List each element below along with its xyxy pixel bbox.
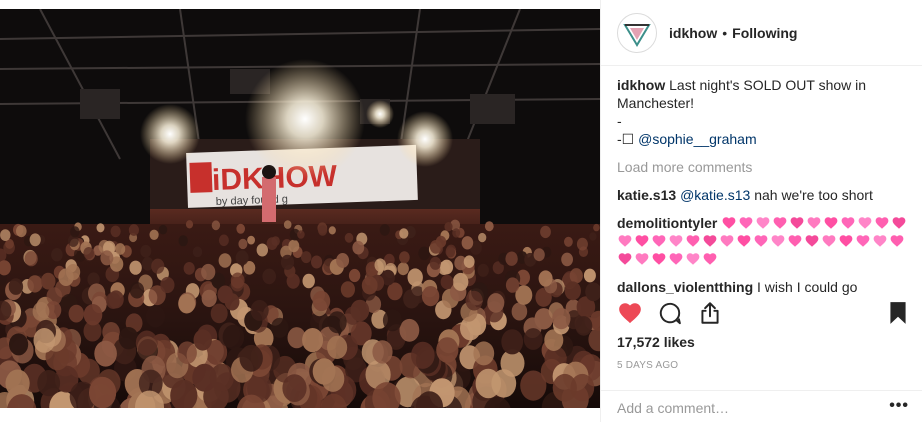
pink-heart-emoji-icon bbox=[739, 217, 753, 229]
pink-heart-emoji-icon bbox=[686, 235, 700, 247]
add-comment-input[interactable] bbox=[617, 398, 867, 418]
banner-subtext: by day found g bbox=[216, 193, 289, 208]
pink-heart-emoji-icon bbox=[807, 217, 821, 229]
pink-heart-emoji-icon bbox=[618, 253, 632, 265]
comment-icon[interactable] bbox=[657, 300, 683, 326]
pink-heart-emoji-icon bbox=[754, 235, 768, 247]
post-image[interactable]: iDKHOW by day found g bbox=[0, 0, 600, 422]
comment-mention[interactable]: @katie.s13 bbox=[680, 187, 750, 203]
concert-illustration: iDKHOW by day found g bbox=[0, 9, 600, 408]
comment: demolitiontyler bbox=[617, 214, 913, 268]
add-comment-bar: ••• bbox=[601, 390, 922, 422]
share-icon[interactable] bbox=[697, 300, 723, 326]
pink-heart-emoji-icon bbox=[788, 235, 802, 247]
header-separator: • bbox=[722, 24, 728, 41]
pink-heart-emoji-icon bbox=[771, 235, 785, 247]
pink-heart-emoji-icon bbox=[720, 235, 734, 247]
caption-username[interactable]: idkhow bbox=[617, 77, 665, 93]
pink-heart-emoji-icon bbox=[756, 217, 770, 229]
comment-username[interactable]: dallons_violentthing bbox=[617, 279, 753, 295]
comment-text: I wish I could go bbox=[757, 279, 858, 295]
pink-heart-emoji-icon bbox=[822, 235, 836, 247]
pink-heart-emoji-icon bbox=[669, 235, 683, 247]
post-actions bbox=[617, 300, 913, 328]
pink-heart-emoji-icon bbox=[722, 217, 736, 229]
comment: dallons_violentthing I wish I could go bbox=[617, 278, 913, 296]
comment-text: nah we're too short bbox=[754, 187, 873, 203]
pink-heart-emoji-icon bbox=[635, 253, 649, 265]
heart-icon[interactable] bbox=[617, 300, 643, 326]
likes-count[interactable]: 17,572 likes bbox=[617, 334, 695, 350]
bookmark-icon[interactable] bbox=[885, 300, 911, 326]
pink-heart-emoji-icon bbox=[856, 235, 870, 247]
pink-heart-emoji-icon bbox=[686, 253, 700, 265]
post-date[interactable]: 5 DAYS AGO bbox=[617, 360, 678, 371]
pink-heart-emoji-icon bbox=[875, 217, 889, 229]
comment: katie.s13 @katie.s13 nah we're too short bbox=[617, 186, 913, 204]
pink-heart-emoji-icon bbox=[652, 235, 666, 247]
pink-heart-emoji-icon bbox=[873, 235, 887, 247]
post-side-panel: idkhow • Following idkhow Last night's S… bbox=[600, 0, 922, 422]
following-button[interactable]: Following bbox=[732, 25, 797, 41]
caption-mention[interactable]: @sophie__graham bbox=[638, 131, 757, 147]
more-options-icon[interactable]: ••• bbox=[889, 397, 909, 415]
post-header: idkhow • Following bbox=[601, 0, 922, 66]
pink-heart-emoji-icon bbox=[618, 235, 632, 247]
comments-section: idkhow Last night's SOLD OUT show in Man… bbox=[617, 72, 913, 296]
pink-heart-emoji-icon bbox=[890, 235, 904, 247]
comment-username[interactable]: katie.s13 bbox=[617, 187, 676, 203]
pink-heart-emoji-icon bbox=[892, 217, 906, 229]
pink-heart-emoji-icon bbox=[773, 217, 787, 229]
caption-line-2: - bbox=[617, 113, 622, 129]
concert-photo: iDKHOW by day found g bbox=[0, 9, 600, 408]
pink-heart-emoji-icon bbox=[703, 235, 717, 247]
pink-heart-emoji-icon bbox=[839, 235, 853, 247]
avatar[interactable] bbox=[617, 12, 657, 53]
pink-heart-emoji-icon bbox=[652, 253, 666, 265]
caption: idkhow Last night's SOLD OUT show in Man… bbox=[617, 76, 913, 148]
caption-line-3-prefix: -☐ bbox=[617, 131, 635, 147]
pink-heart-emoji-icon bbox=[737, 235, 751, 247]
pink-heart-emoji-icon bbox=[824, 217, 838, 229]
pink-heart-emoji-icon bbox=[790, 217, 804, 229]
comment-username[interactable]: demolitiontyler bbox=[617, 215, 717, 231]
pink-heart-emoji-icon bbox=[635, 235, 649, 247]
pink-heart-emoji-icon bbox=[858, 217, 872, 229]
pink-heart-emoji-icon bbox=[805, 235, 819, 247]
load-more-comments-button[interactable]: Load more comments bbox=[617, 158, 913, 176]
idkhow-logo-icon bbox=[623, 23, 651, 47]
caption-line-3: -☐ @sophie__graham bbox=[617, 130, 913, 148]
pink-heart-emoji-icon bbox=[669, 253, 683, 265]
pink-heart-emoji-icon bbox=[841, 217, 855, 229]
header-username[interactable]: idkhow bbox=[669, 25, 717, 41]
pink-heart-emoji-icon bbox=[703, 253, 717, 265]
